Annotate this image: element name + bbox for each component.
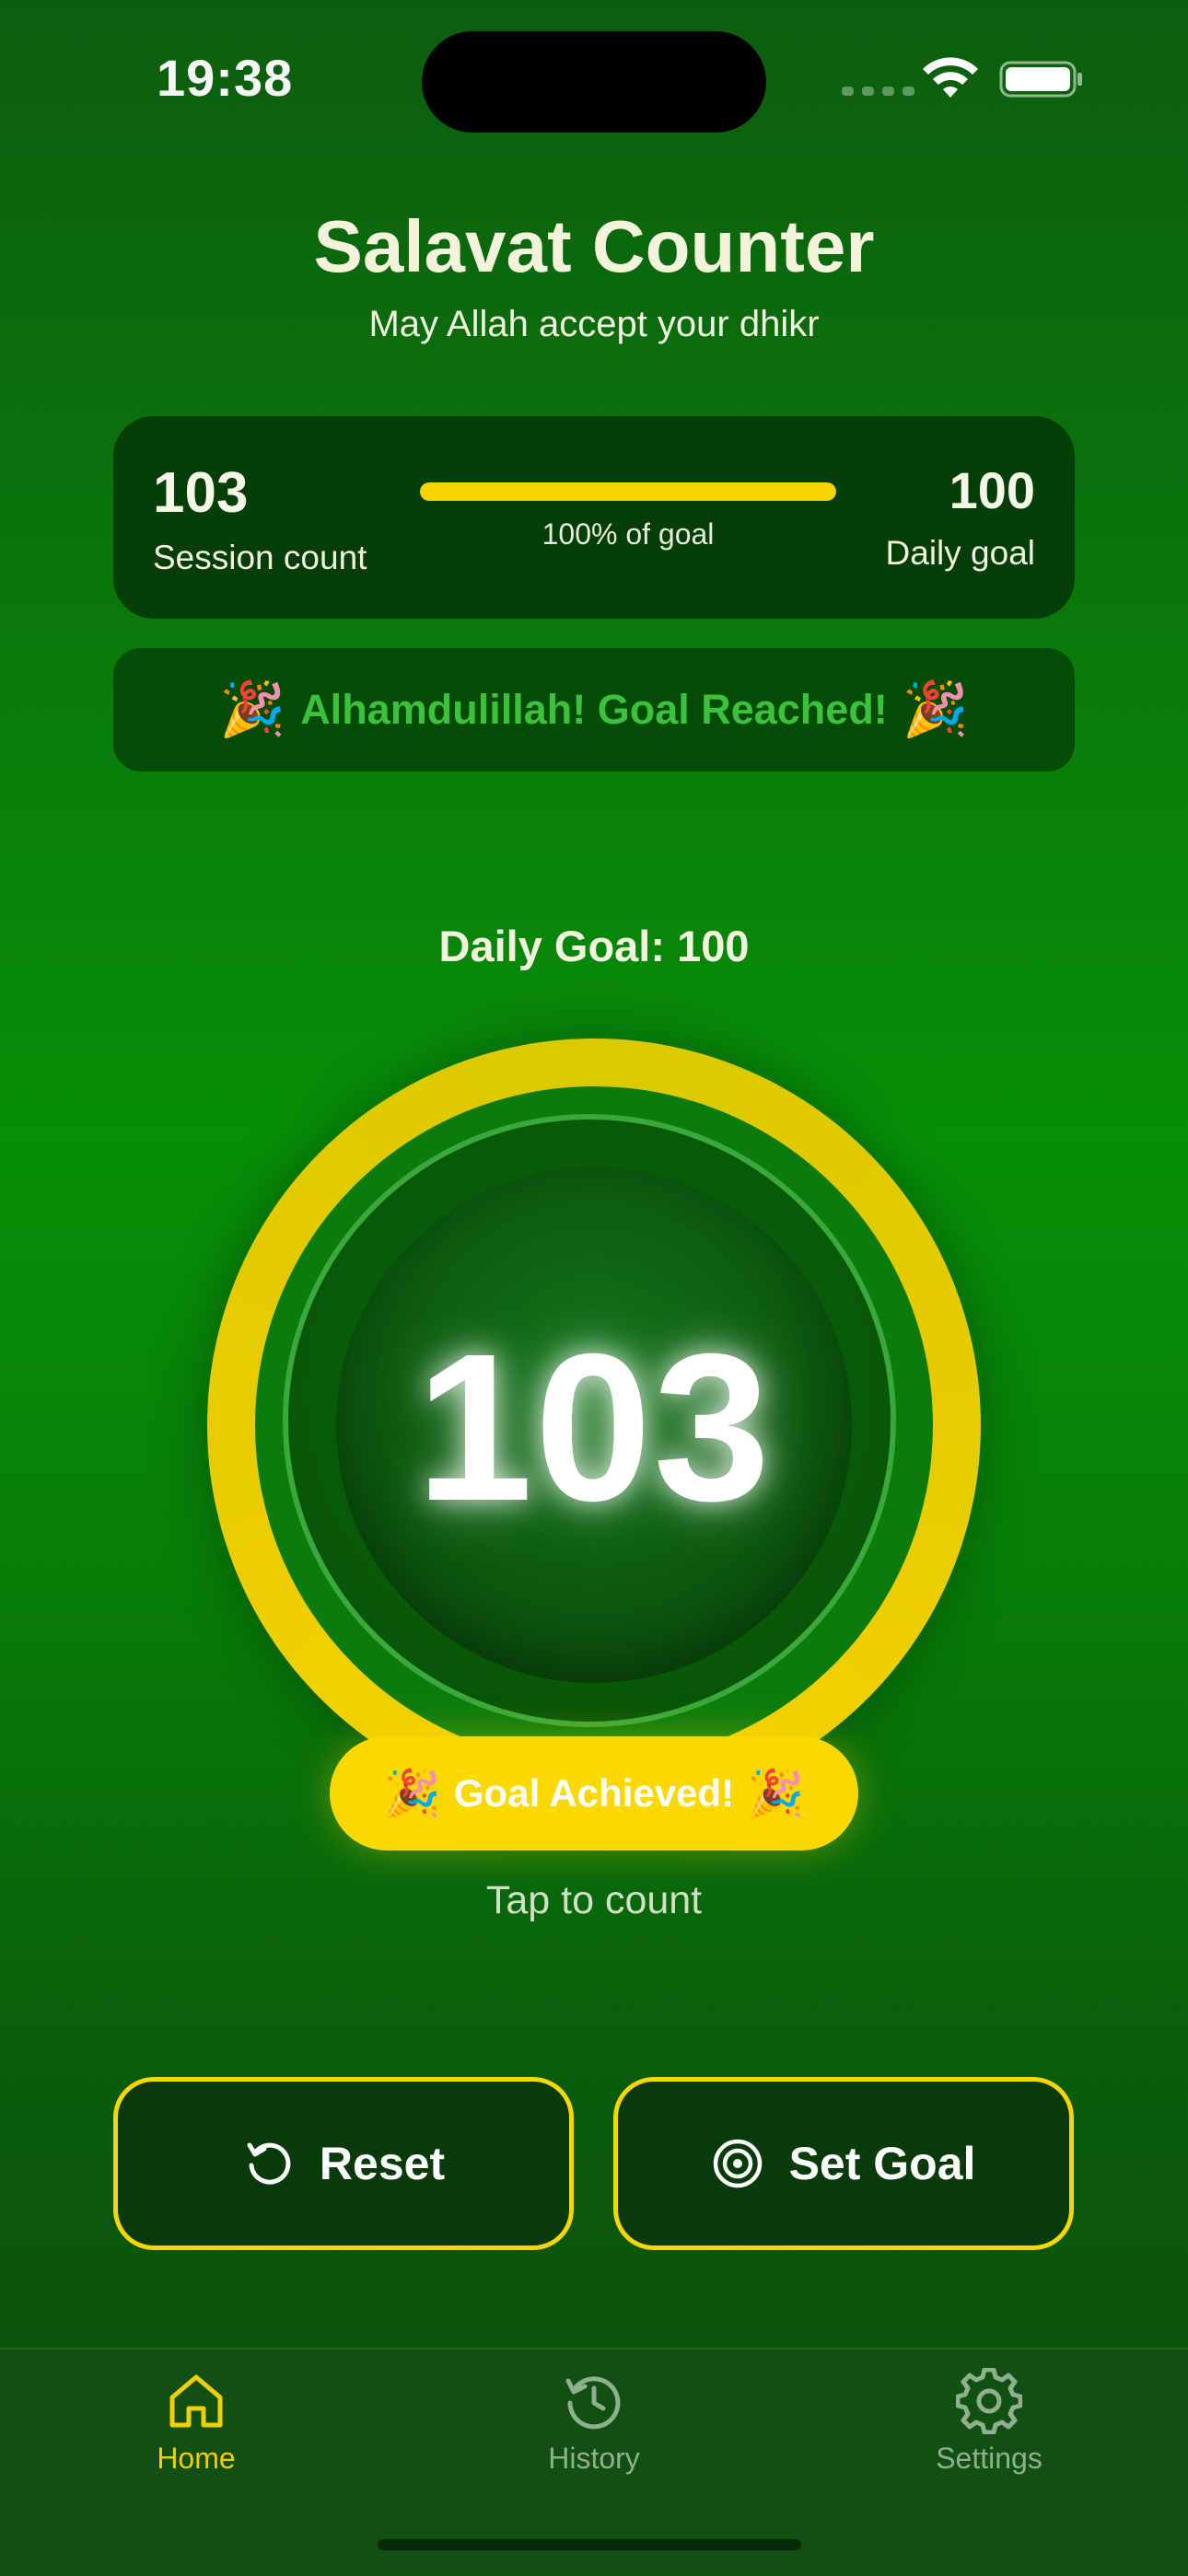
session-count-label: Session count	[153, 539, 367, 576]
set-goal-button[interactable]: Set Goal	[613, 2077, 1074, 2250]
app-subtitle: May Allah accept your dhikr	[368, 304, 820, 344]
counter-value: 103	[415, 1310, 773, 1545]
daily-goal-value: 100	[949, 461, 1035, 519]
tab-home-label: Home	[157, 2442, 236, 2475]
session-count-value: 103	[153, 461, 249, 525]
party-popper-icon: 🎉	[747, 1768, 805, 1819]
target-icon	[713, 2139, 762, 2188]
goal-achieved-badge: 🎉 Goal Achieved! 🎉	[330, 1736, 858, 1851]
set-goal-button-label: Set Goal	[788, 2138, 976, 2189]
tab-settings-label: Settings	[936, 2442, 1042, 2475]
party-popper-icon: 🎉	[902, 679, 970, 739]
dynamic-island	[422, 31, 766, 133]
daily-goal-heading: Daily Goal: 100	[438, 922, 750, 970]
home-icon	[169, 2374, 223, 2428]
tap-to-count-hint: Tap to count	[485, 1878, 703, 1922]
reset-icon	[247, 2142, 291, 2185]
goal-progress-fill	[420, 482, 836, 501]
reset-button-label: Reset	[319, 2138, 446, 2189]
cellular-signal-icon	[842, 87, 914, 96]
goal-achieved-text: Goal Achieved!	[453, 1771, 735, 1815]
reset-button[interactable]: Reset	[113, 2077, 574, 2250]
daily-goal-label: Daily goal	[885, 534, 1035, 572]
goal-reached-banner: 🎉 Alhamdulillah! Goal Reached! 🎉	[113, 648, 1075, 772]
counter-dial: 103	[207, 1039, 981, 1812]
history-icon	[565, 2376, 621, 2430]
gear-icon	[956, 2368, 1022, 2434]
wifi-icon	[923, 57, 978, 98]
session-summary-card: 103 Session count 100% of goal 100 Daily…	[113, 416, 1075, 619]
home-indicator	[378, 2539, 801, 2550]
party-popper-icon: 🎉	[218, 679, 286, 739]
tab-home[interactable]: Home	[58, 2368, 334, 2476]
count-tap-button[interactable]: 103	[336, 1167, 852, 1683]
app-title: Salavat Counter	[313, 205, 875, 287]
goal-reached-text: Alhamdulillah! Goal Reached!	[300, 686, 888, 733]
goal-progress-bar	[420, 482, 836, 501]
party-popper-icon: 🎉	[383, 1768, 441, 1819]
battery-icon	[999, 61, 1082, 98]
tab-history-label: History	[548, 2442, 640, 2475]
goal-progress-label: 100% of goal	[542, 517, 715, 551]
tab-history[interactable]: History	[456, 2368, 732, 2476]
status-time: 19:38	[157, 49, 294, 107]
tab-settings[interactable]: Settings	[851, 2368, 1127, 2476]
